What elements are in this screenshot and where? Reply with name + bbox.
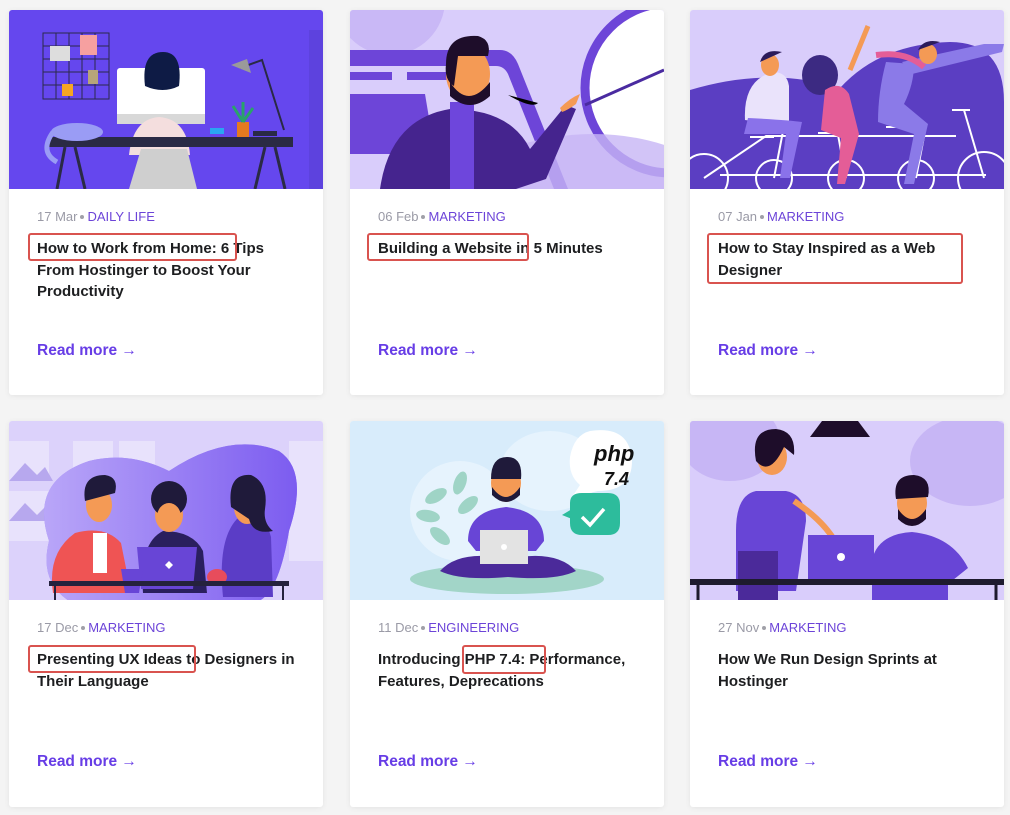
read-more-link[interactable]: Read more → [37, 342, 137, 360]
post-thumbnail[interactable] [690, 421, 1004, 600]
man-with-laptop-php-illustration: php 7.4 [350, 421, 664, 600]
post-category-link[interactable]: MARKETING [769, 620, 846, 635]
post-date: 27 Nov [718, 620, 760, 635]
post-category-link[interactable]: MARKETING [767, 209, 844, 224]
post-meta: 17 Mar DAILY LIFE [37, 209, 155, 224]
post-category-link[interactable]: MARKETING [428, 209, 505, 224]
two-people-at-laptop-illustration [690, 421, 1004, 600]
php-logo-text: php [593, 441, 634, 466]
woman-working-at-desk-illustration [9, 10, 323, 189]
read-more-link[interactable]: Read more → [718, 342, 818, 360]
post-title-link[interactable]: Building a Website in 5 Minutes [378, 238, 640, 260]
post-meta: 27 Nov MARKETING [718, 620, 847, 635]
post-title-link[interactable]: How to Work from Home: 6 Tips From Hosti… [37, 238, 299, 303]
read-more-link[interactable]: Read more → [37, 753, 137, 771]
post-thumbnail[interactable] [9, 10, 323, 189]
post-meta: 17 Dec MARKETING [37, 620, 166, 635]
separator-dot-icon [421, 625, 426, 630]
man-with-clock-illustration [350, 10, 664, 189]
people-on-tandem-bike-illustration [690, 10, 1004, 189]
read-more-link[interactable]: Read more → [378, 753, 478, 771]
post-date: 17 Dec [37, 620, 79, 635]
post-title-link[interactable]: How We Run Design Sprints at Hostinger [718, 649, 980, 692]
post-title-link[interactable]: How to Stay Inspired as a Web Designer [718, 238, 980, 281]
separator-dot-icon [762, 625, 767, 630]
blog-post-card[interactable]: 17 Dec MARKETING Presenting UX Ideas to D… [9, 421, 323, 807]
read-more-link[interactable]: Read more → [718, 753, 818, 771]
blog-post-card[interactable]: 06 Feb MARKETING Building a Website in 5 … [350, 10, 664, 395]
post-meta: 07 Jan MARKETING [718, 209, 844, 224]
post-meta: 06 Feb MARKETING [378, 209, 506, 224]
post-title-link[interactable]: Introducing PHP 7.4: Performance, Featur… [378, 649, 640, 692]
separator-dot-icon [80, 214, 85, 219]
blog-post-card[interactable]: 07 Jan MARKETING How to Stay Inspired as … [690, 10, 1004, 395]
separator-dot-icon [81, 625, 86, 630]
read-more-link[interactable]: Read more → [378, 342, 478, 360]
post-category-link[interactable]: ENGINEERING [428, 620, 519, 635]
post-date: 11 Dec [378, 620, 419, 635]
post-thumbnail[interactable]: php 7.4 [350, 421, 664, 600]
post-meta: 11 Dec ENGINEERING [378, 620, 519, 635]
separator-dot-icon [421, 214, 426, 219]
post-date: 17 Mar [37, 209, 78, 224]
php-version-text: 7.4 [604, 469, 629, 489]
post-thumbnail[interactable] [350, 10, 664, 189]
post-thumbnail[interactable] [9, 421, 323, 600]
post-date: 07 Jan [718, 209, 758, 224]
blog-post-card[interactable]: 17 Mar DAILY LIFE How to Work from Home: … [9, 10, 323, 395]
three-designers-at-laptop-illustration [9, 421, 323, 600]
post-title-link[interactable]: Presenting UX Ideas to Designers in Thei… [37, 649, 299, 692]
blog-post-card[interactable]: php 7.4 11 Dec ENGINEERING Introducing PH… [350, 421, 664, 807]
post-category-link[interactable]: DAILY LIFE [87, 209, 154, 224]
blog-post-card[interactable]: 27 Nov MARKETING How We Run Design Sprint… [690, 421, 1004, 807]
post-category-link[interactable]: MARKETING [88, 620, 165, 635]
post-date: 06 Feb [378, 209, 419, 224]
separator-dot-icon [760, 214, 765, 219]
post-thumbnail[interactable] [690, 10, 1004, 189]
